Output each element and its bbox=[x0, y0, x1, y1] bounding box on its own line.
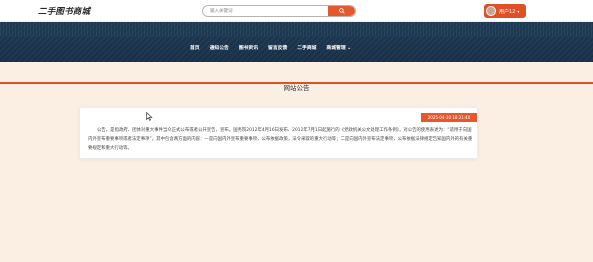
page-title: 网站公告 bbox=[283, 84, 310, 92]
user-name: 用户12 bbox=[499, 8, 516, 15]
search-icon bbox=[338, 8, 345, 14]
notice-date-badge: 2025-04-30 18:21:40 bbox=[421, 113, 477, 122]
avatar bbox=[486, 6, 496, 16]
notice-text: 公告。是指政府、团体对重大事件当众正式公布或者公开宣告，宣布。国务院2012年4… bbox=[88, 128, 473, 151]
user-menu-button[interactable]: 用户12 ▾ bbox=[484, 4, 526, 18]
nav-item-home[interactable]: 首页 bbox=[190, 44, 200, 51]
search-bar bbox=[202, 5, 356, 17]
site-logo[interactable]: 二手图书商城 bbox=[38, 5, 90, 17]
nav-item-shop-admin[interactable]: 商城管理 ⌄ bbox=[326, 44, 351, 51]
notice-card: 2025-04-30 18:21:40 公告。是指政府、团体对重大事件当众正式公… bbox=[79, 107, 478, 159]
nav-item-feedback[interactable]: 留言反馈 bbox=[268, 44, 287, 51]
main-nav: 首页 通知公告 图书资讯 留言反馈 二手商城 商城管理 ⌄ bbox=[190, 42, 351, 52]
search-button[interactable] bbox=[328, 6, 355, 16]
mouse-cursor-icon bbox=[146, 112, 153, 121]
nav-item-marketplace[interactable]: 二手商城 bbox=[297, 44, 316, 51]
nav-item-book-news[interactable]: 图书资讯 bbox=[239, 44, 258, 51]
top-header: 二手图书商城 用户12 ▾ bbox=[0, 0, 593, 22]
banner-pattern bbox=[0, 22, 593, 37]
nav-item-notices[interactable]: 通知公告 bbox=[210, 44, 229, 51]
search-input[interactable] bbox=[203, 6, 331, 16]
chevron-down-icon: ▾ bbox=[517, 8, 520, 14]
nav-banner: 首页 通知公告 图书资讯 留言反馈 二手商城 商城管理 ⌄ bbox=[0, 22, 593, 84]
